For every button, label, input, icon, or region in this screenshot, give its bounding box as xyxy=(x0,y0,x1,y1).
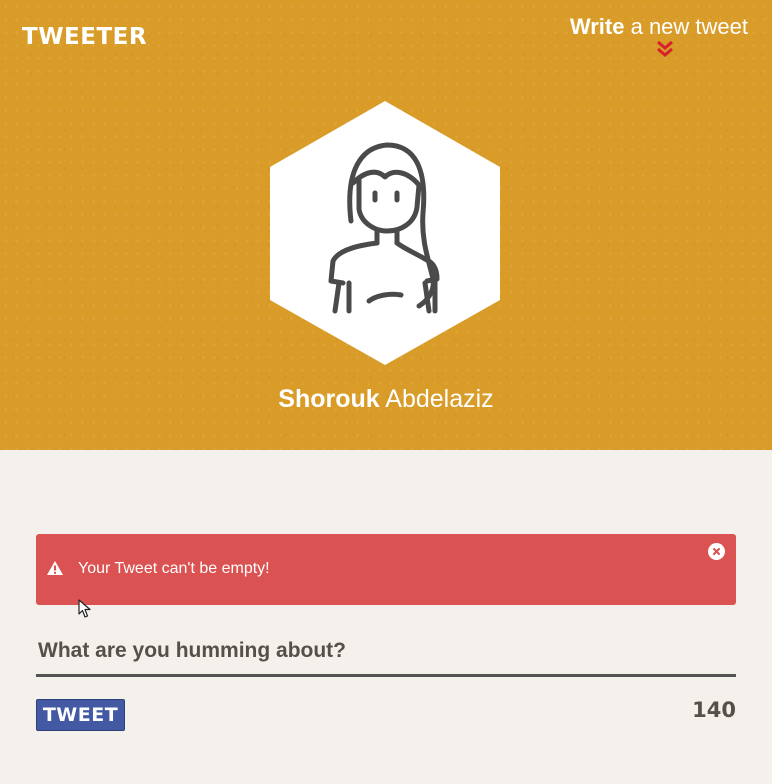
hexagon-avatar-woman-icon xyxy=(270,101,500,365)
profile-header: TWEETER Write a new tweet Shorouk Abdela… xyxy=(0,0,772,450)
tweet-compose-input[interactable] xyxy=(36,622,736,677)
error-alert: Your Tweet can't be empty! xyxy=(36,534,736,605)
avatar xyxy=(269,101,501,366)
character-counter: 140 xyxy=(692,698,736,722)
profile-name: Shorouk Abdelaziz xyxy=(0,385,772,414)
profile-first-name: Shorouk xyxy=(278,385,380,413)
write-new-tweet-link[interactable]: Write a new tweet xyxy=(570,14,748,40)
profile-last-name: Abdelaziz xyxy=(385,385,494,413)
alert-message: Your Tweet can't be empty! xyxy=(78,560,270,577)
write-link-rest: a new tweet xyxy=(630,14,748,39)
warning-icon xyxy=(47,561,63,575)
close-icon[interactable] xyxy=(708,543,725,560)
app-logo: TWEETER xyxy=(22,24,148,50)
double-chevron-down-icon[interactable] xyxy=(655,40,675,58)
tweet-submit-button[interactable]: TWEET xyxy=(36,699,125,731)
write-link-strong: Write xyxy=(569,14,625,39)
mouse-cursor-icon xyxy=(78,599,91,618)
